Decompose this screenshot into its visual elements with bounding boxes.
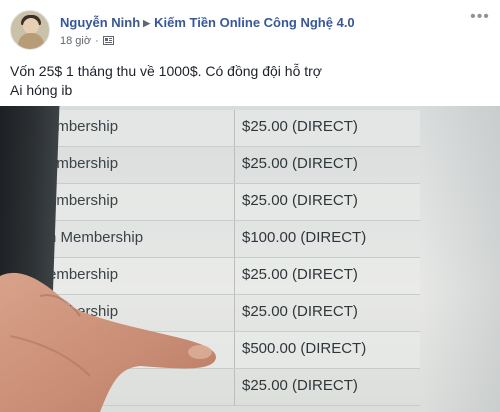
group-name-link[interactable]: Kiếm Tiền Online Công Nghệ 4.0: [154, 15, 355, 30]
group-audience-icon[interactable]: [102, 35, 114, 46]
post-card: Nguyễn Ninh ▶ Kiếm Tiền Online Công Nghệ 4…: [0, 0, 500, 412]
post-text: Vốn 25$ 1 tháng thu về 1000$. Có đồng độ…: [10, 62, 490, 100]
author-name-link[interactable]: Nguyễn Ninh: [60, 15, 140, 30]
post-text-line-1: Vốn 25$ 1 tháng thu về 1000$. Có đồng độ…: [10, 63, 322, 79]
post-title-line: Nguyễn Ninh ▶ Kiếm Tiền Online Công Nghệ 4…: [60, 15, 355, 30]
post-timestamp[interactable]: 18 giờ: [60, 35, 91, 47]
post-header: Nguyễn Ninh ▶ Kiếm Tiền Online Công Nghệ 4…: [10, 9, 490, 58]
meta-separator: ·: [95, 35, 99, 47]
pointing-hand-image: [0, 106, 500, 412]
post-text-line-2: Ai hóng ib: [10, 82, 73, 98]
post-photo[interactable]: embership $25.00 (DIRECT) embership $25.00…: [0, 106, 500, 412]
ellipsis-icon[interactable]: •••: [470, 9, 490, 28]
right-arrow-icon: ▶: [143, 18, 151, 28]
post-meta: 18 giờ ·: [60, 35, 114, 47]
author-avatar[interactable]: [10, 10, 50, 50]
